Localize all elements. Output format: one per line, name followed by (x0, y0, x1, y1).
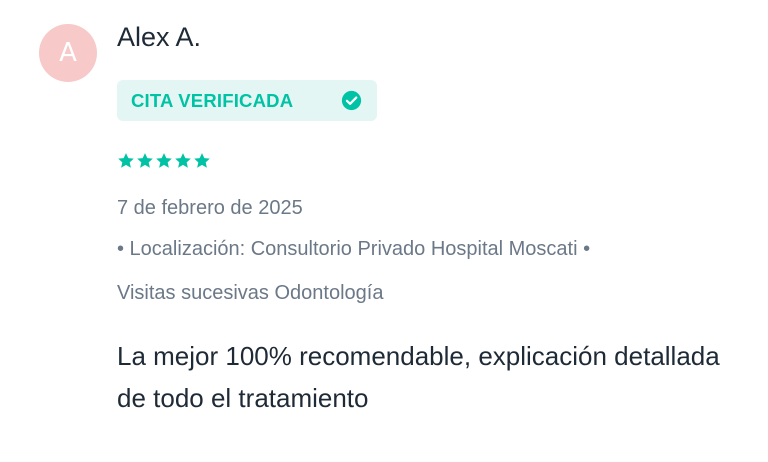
star-icon (118, 153, 134, 168)
star-icon (175, 153, 191, 168)
review-card: A Alex A. CITA VERIFICADA 7 de febrero d… (0, 0, 768, 462)
author-name: Alex A. (117, 22, 202, 52)
verified-badge-label: CITA VERIFICADA (131, 89, 294, 111)
review-date: 7 de febrero de 2025 (117, 197, 303, 219)
verified-badge: CITA VERIFICADA (117, 80, 377, 121)
avatar: A (39, 24, 97, 82)
check-circle-icon (341, 90, 362, 111)
review-comment: La mejor 100% recomendable, explicación … (117, 341, 720, 413)
star-icon (194, 153, 210, 168)
visit-type: Visitas sucesivas Odontología (117, 282, 384, 304)
review-location: • Localización: Consultorio Privado Hosp… (117, 238, 591, 260)
star-icon (137, 153, 153, 168)
star-rating (117, 152, 211, 172)
star-icon (156, 153, 172, 168)
